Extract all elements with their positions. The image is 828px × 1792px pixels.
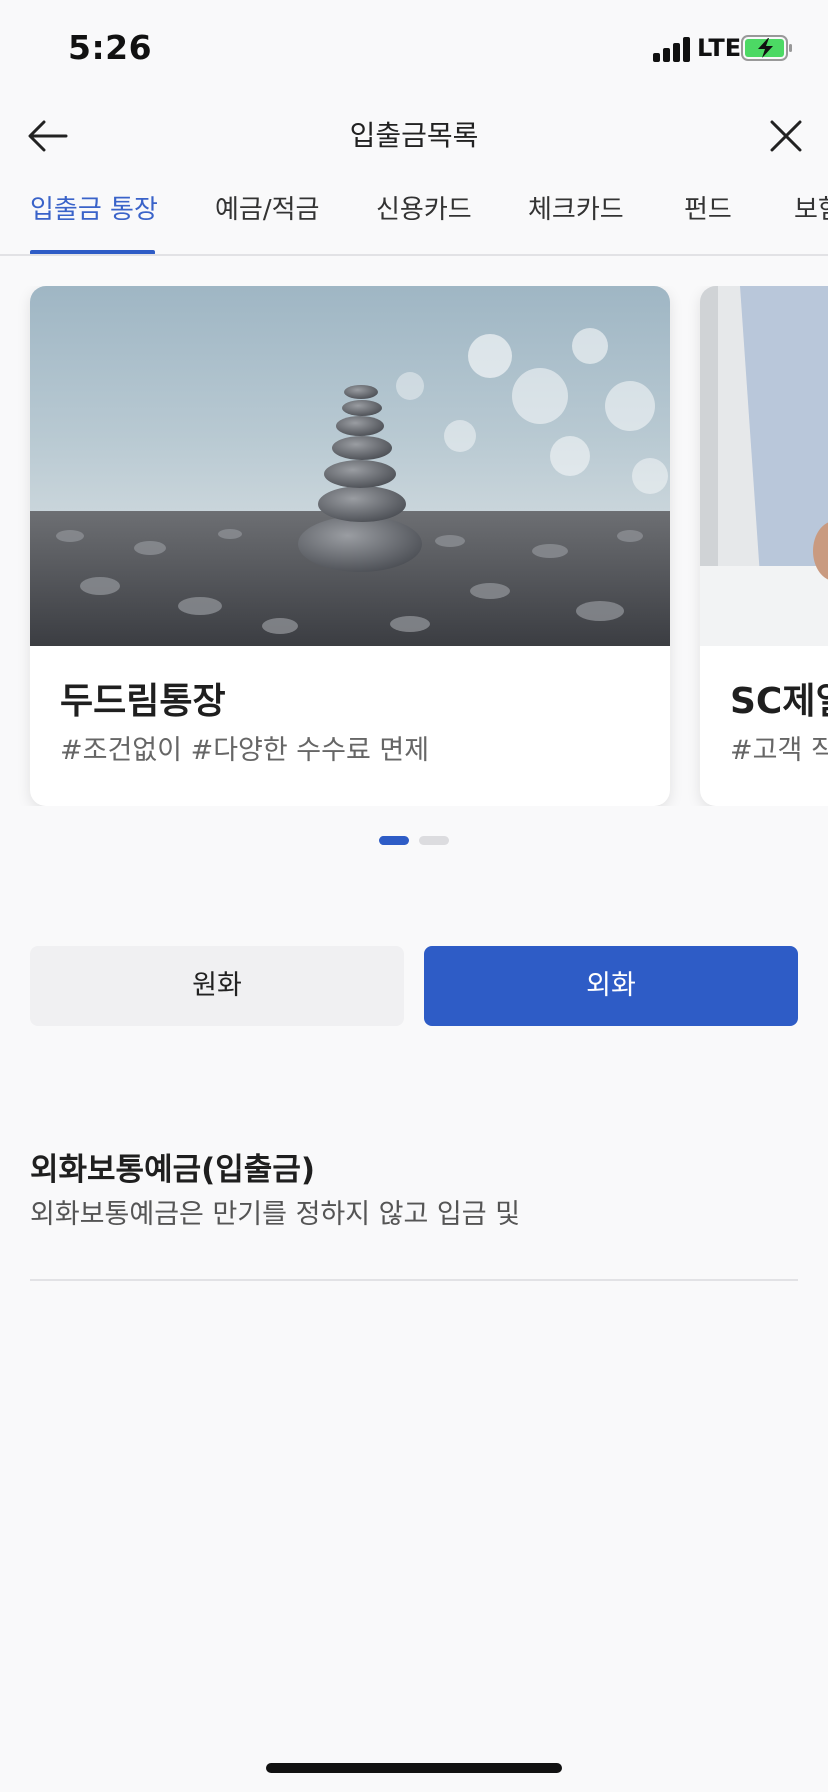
tab-deposit-withdrawal[interactable]: 입출금 통장 xyxy=(30,188,158,254)
business-person-photo xyxy=(700,286,828,646)
product-description: 외화보통예금은 만기를 정하지 않고 입금 및 xyxy=(30,1199,521,1230)
card-tags: #조건없이 #다양한 수수료 면제 xyxy=(60,735,430,766)
status-time: 5:26 xyxy=(68,28,153,67)
active-tab-indicator xyxy=(30,250,155,254)
category-tabs: 입출금 통장 예금/적금 신용카드 체크카드 펀드 보험 xyxy=(0,188,828,256)
network-type: LTE xyxy=(697,34,742,62)
product-name: 외화보통예금(입출금) xyxy=(30,1152,316,1188)
list-item[interactable]: 외화보통예금(입출금) 외화보통예금은 만기를 정하지 않고 입금 및 xyxy=(30,1138,798,1281)
cellular-signal-icon xyxy=(653,36,691,62)
home-indicator[interactable] xyxy=(266,1763,562,1773)
page-indicator xyxy=(419,836,449,845)
battery-charging-icon xyxy=(741,35,792,61)
page-indicator-active xyxy=(379,836,409,845)
tab-fund[interactable]: 펀드 xyxy=(684,188,732,254)
header: 입출금목록 xyxy=(0,100,828,188)
tab-credit-card[interactable]: 신용카드 xyxy=(376,188,472,254)
card-title: SC제일 xyxy=(730,681,828,722)
close-icon[interactable] xyxy=(758,108,814,164)
tab-check-card[interactable]: 체크카드 xyxy=(528,188,624,254)
page-title: 입출금목록 xyxy=(349,119,479,152)
tab-savings[interactable]: 예금/적금 xyxy=(215,188,319,254)
stacked-stones-photo xyxy=(30,286,670,646)
app-screen: 5:26 LTE 입출금목록 입출금 통장 예금/적금 신용카드 체크카드 펀드 xyxy=(0,0,828,1792)
product-card[interactable]: SC제일 #고객 직 xyxy=(700,286,828,806)
foreign-currency-toggle-button[interactable]: 외화 xyxy=(424,946,798,1026)
product-carousel[interactable]: 두드림통장 #조건없이 #다양한 수수료 면제 SC제일 #고객 직 xyxy=(0,286,828,806)
card-tags: #고객 직 xyxy=(730,735,828,766)
product-card[interactable]: 두드림통장 #조건없이 #다양한 수수료 면제 xyxy=(30,286,670,806)
tab-insurance[interactable]: 보험 xyxy=(794,188,828,254)
status-bar: 5:26 LTE xyxy=(0,0,828,100)
krw-toggle-button[interactable]: 원화 xyxy=(30,946,404,1026)
card-title: 두드림통장 xyxy=(60,681,226,722)
